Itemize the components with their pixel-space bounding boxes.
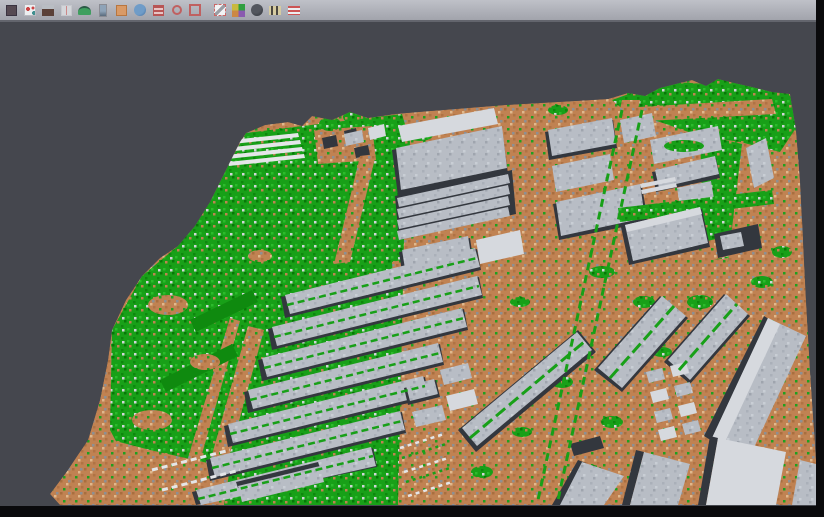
toolbar-dark-sphere-icon[interactable] [250, 3, 265, 18]
3d-viewport[interactable] [0, 0, 824, 517]
toolbar-dem-mountain-icon[interactable] [40, 3, 55, 18]
roof-moss [664, 140, 704, 152]
veg-tree [343, 111, 361, 123]
toolbar-striped-flag-icon[interactable] [286, 3, 301, 18]
toolbar-tile-grid-icon[interactable] [59, 3, 74, 18]
toolbar-classify-points-icon[interactable] [22, 3, 37, 18]
application-window [0, 0, 824, 517]
toolbar-terrain-model-icon[interactable] [77, 3, 92, 18]
veg-blob [589, 266, 615, 278]
veg-blob [687, 295, 713, 309]
terrain-group [50, 79, 816, 505]
toolbar-target-ring-icon[interactable] [169, 3, 184, 18]
veg-blob [751, 276, 773, 288]
ground-blob [148, 295, 188, 315]
toolbar-globe-icon[interactable] [132, 3, 147, 18]
toolbar-crop-region-icon[interactable] [213, 3, 228, 18]
toolbar-selection-marquee-icon[interactable] [187, 3, 202, 18]
ground-blob [132, 410, 172, 430]
veg-blob [772, 246, 792, 258]
veg-blob [471, 466, 493, 478]
frame-bottom-bar [0, 506, 824, 517]
toolbar-separator [204, 3, 211, 18]
scene-svg [0, 0, 824, 517]
toolbar-column-view-icon[interactable] [96, 3, 111, 18]
ground-blob [248, 250, 272, 262]
frame-right-bar [816, 0, 824, 517]
veg-tree [319, 117, 341, 131]
toolbar-label-tag-icon[interactable] [268, 3, 283, 18]
ground-blob [190, 354, 220, 370]
veg-blob [601, 416, 623, 428]
main-toolbar [0, 0, 817, 22]
veg-blob [510, 297, 530, 307]
veg-blob [548, 105, 568, 115]
veg-blob [512, 427, 532, 437]
toolbar-layer-list-icon[interactable] [151, 3, 166, 18]
toolbar-classified-map-icon[interactable] [231, 3, 246, 18]
toolbar-dark-cube-icon[interactable] [4, 3, 19, 18]
toolbar-orthophoto-icon[interactable] [114, 3, 129, 18]
